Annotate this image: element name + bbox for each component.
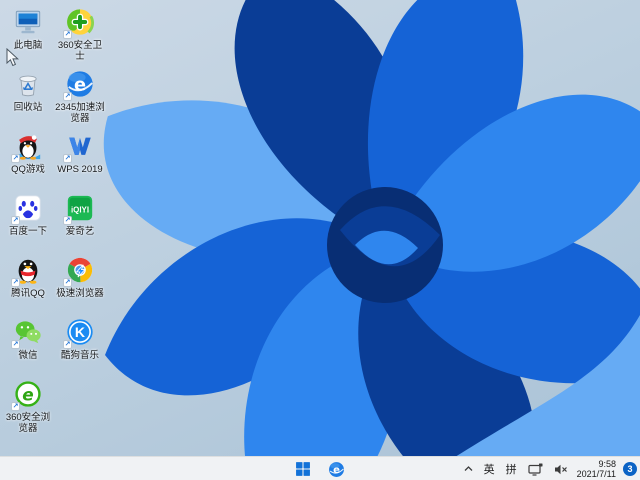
bloom-petals xyxy=(103,0,640,480)
taskbar-center: e xyxy=(293,457,347,480)
shortcut-arrow-icon: ↗ xyxy=(63,216,72,225)
desktop-icon-label: QQ游戏 xyxy=(11,164,45,175)
desktop-icon-label: 爱奇艺 xyxy=(65,226,95,237)
ime-layout-indicator[interactable]: 拼 xyxy=(504,461,519,477)
penguin-pirate-icon: ↗ xyxy=(11,130,44,163)
wechat-bubbles-icon: ↗ xyxy=(11,316,44,349)
clock-time: 9:58 xyxy=(598,459,616,469)
desktop-icon-label: WPS 2019 xyxy=(57,164,103,175)
shortcut-arrow-icon: ↗ xyxy=(63,92,72,101)
iqiyi-icon: iQIYI ↗ xyxy=(63,192,96,225)
display-network-button[interactable] xyxy=(526,461,545,478)
monitor-icon xyxy=(12,6,44,38)
desktop: 此电脑 回收站 ↗ QQ游戏 ↗ 百度一下 ↗ 腾讯QQ ↗ 微信 e ↗ 360… xyxy=(0,0,640,480)
desktop-icon-qq-games[interactable]: ↗ QQ游戏 xyxy=(2,130,54,192)
desktop-icon-label: 极速浏览器 xyxy=(56,288,104,299)
svg-text:e: e xyxy=(74,75,86,96)
desktop-icon-recycle-bin[interactable]: 回收站 xyxy=(2,68,54,130)
windows-start-icon xyxy=(296,462,310,476)
recycle-bin-icon xyxy=(12,68,44,100)
mouse-cursor-icon xyxy=(6,48,19,67)
svg-text:K: K xyxy=(75,324,86,340)
desktop-icon-iqiyi[interactable]: iQIYI ↗ 爱奇艺 xyxy=(54,192,106,254)
shortcut-arrow-icon: ↗ xyxy=(63,30,72,39)
blue-e-browser-icon: e xyxy=(329,461,344,477)
shortcut-arrow-icon: ↗ xyxy=(11,402,20,411)
start-button[interactable] xyxy=(293,459,313,479)
desktop-icon-tencent-qq[interactable]: ↗ 腾讯QQ xyxy=(2,254,54,316)
shortcut-arrow-icon: ↗ xyxy=(11,154,20,163)
desktop-icon-grid: 此电脑 回收站 ↗ QQ游戏 ↗ 百度一下 ↗ 腾讯QQ ↗ 微信 e ↗ 360… xyxy=(2,6,106,440)
blue-e-browser-icon: e ↗ xyxy=(63,68,96,101)
system-tray: 英 拼 9:58 2021/7/11 3 xyxy=(462,457,637,480)
green-e-browser-icon: e ↗ xyxy=(11,378,44,411)
desktop-icon-wps-2019[interactable]: ↗ WPS 2019 xyxy=(54,130,106,192)
desktop-icon-label: 360安全浏览器 xyxy=(5,412,51,434)
shortcut-arrow-icon: ↗ xyxy=(11,216,20,225)
desktop-icon-wechat[interactable]: ↗ 微信 xyxy=(2,316,54,378)
desktop-icon-kugou-music[interactable]: K ↗ 酷狗音乐 xyxy=(54,316,106,378)
chevron-up-icon xyxy=(464,466,473,471)
green-plus-shield-icon: ↗ xyxy=(63,6,96,39)
notification-count-badge[interactable]: 3 xyxy=(623,462,637,476)
clock-date: 2021/7/11 xyxy=(576,469,616,479)
ime-mode-indicator[interactable]: 英 xyxy=(482,461,497,477)
edge-browser-button[interactable]: e xyxy=(326,459,347,480)
volume-muted-icon xyxy=(554,464,567,474)
desktop-icon-label: 微信 xyxy=(18,350,38,361)
svg-text:e: e xyxy=(22,385,33,405)
shortcut-arrow-icon: ↗ xyxy=(63,154,72,163)
chrome-lightning-icon: ↗ xyxy=(63,254,96,287)
desktop-icon-baidu[interactable]: ↗ 百度一下 xyxy=(2,192,54,254)
wps-w-icon: ↗ xyxy=(63,130,96,163)
shortcut-arrow-icon: ↗ xyxy=(11,278,20,287)
desktop-icon-2345-browser[interactable]: e ↗ 2345加速浏览器 xyxy=(54,68,106,130)
svg-text:iQIYI: iQIYI xyxy=(71,206,89,215)
taskbar: e 英 拼 9:58 2021/7/11 3 xyxy=(0,456,640,480)
svg-text:e: e xyxy=(333,465,340,476)
shortcut-arrow-icon: ↗ xyxy=(11,340,20,349)
desktop-icon-label: 酷狗音乐 xyxy=(60,350,99,361)
desktop-icon-label: 腾讯QQ xyxy=(11,288,45,299)
desktop-icon-label: 回收站 xyxy=(13,102,43,113)
baidu-paw-icon: ↗ xyxy=(11,192,44,225)
desktop-icon-label: 百度一下 xyxy=(8,226,47,237)
display-network-icon xyxy=(528,463,543,476)
desktop-icon-360-safe-browser[interactable]: e ↗ 360安全浏览器 xyxy=(2,378,54,440)
tray-chevron-button[interactable] xyxy=(462,463,475,475)
desktop-icon-label: 360安全卫士 xyxy=(57,40,103,62)
desktop-icon-label: 2345加速浏览器 xyxy=(55,102,105,124)
volume-muted-button[interactable] xyxy=(552,462,570,477)
taskbar-clock[interactable]: 9:58 2021/7/11 xyxy=(577,459,616,479)
blue-k-circle-icon: K ↗ xyxy=(63,316,96,349)
qq-penguin-icon: ↗ xyxy=(11,254,44,287)
desktop-icon-360-safety-guard[interactable]: ↗ 360安全卫士 xyxy=(54,6,106,68)
shortcut-arrow-icon: ↗ xyxy=(63,340,72,349)
desktop-icon-speed-browser[interactable]: ↗ 极速浏览器 xyxy=(54,254,106,316)
shortcut-arrow-icon: ↗ xyxy=(63,278,72,287)
